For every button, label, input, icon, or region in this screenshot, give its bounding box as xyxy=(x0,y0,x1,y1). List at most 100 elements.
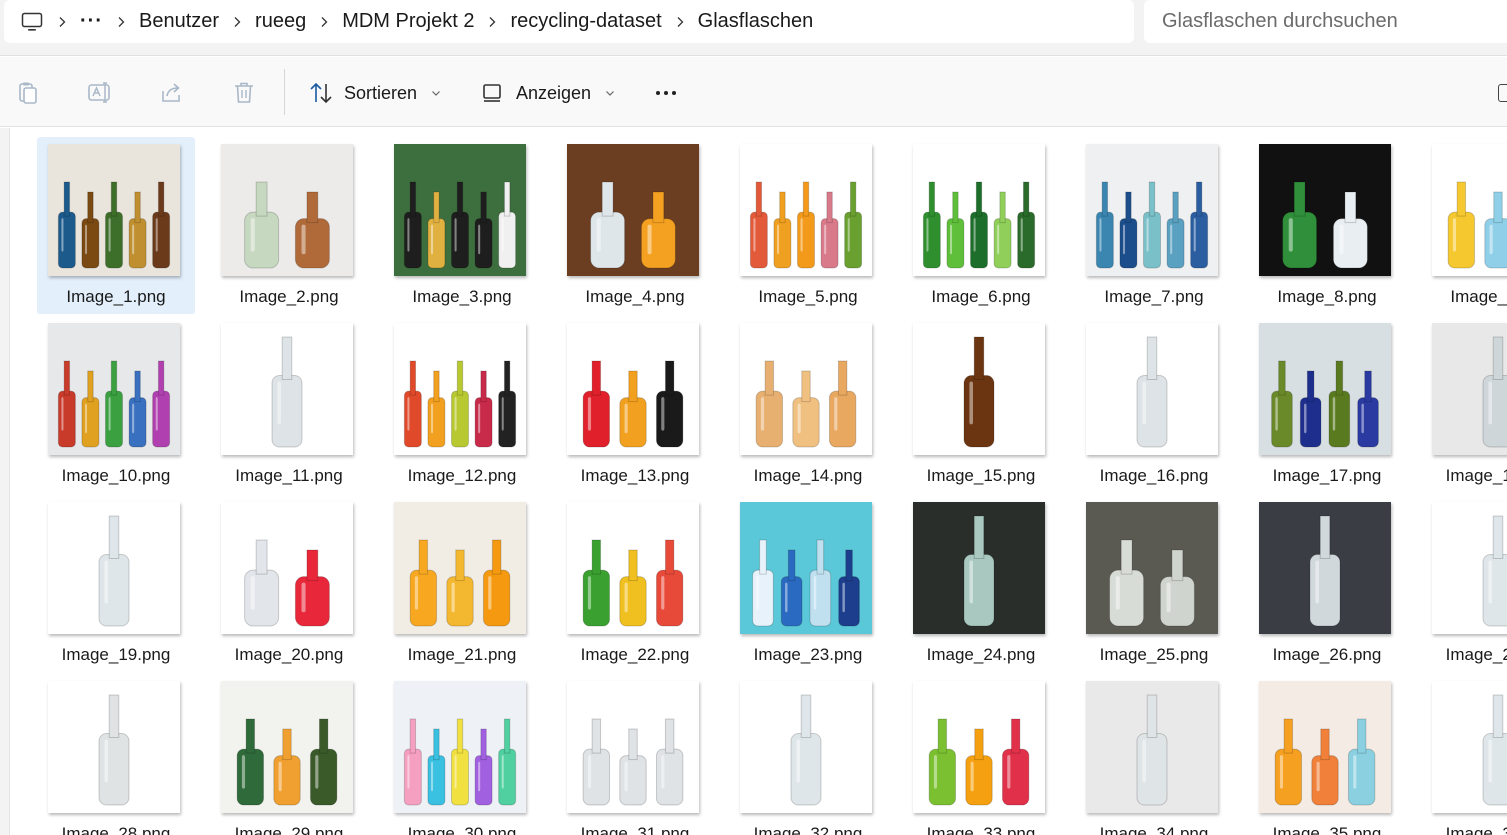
file-item[interactable]: Image_1.png xyxy=(37,137,195,314)
file-item[interactable]: Image_34.png xyxy=(1075,674,1233,835)
file-item[interactable]: Image_33.png xyxy=(902,674,1060,835)
breadcrumb-item-rueeg[interactable]: rueeg xyxy=(255,10,306,33)
file-item[interactable]: Image_12.png xyxy=(383,316,541,493)
chevron-right-icon[interactable] xyxy=(474,16,510,28)
file-thumbnail xyxy=(740,681,872,813)
file-thumbnail xyxy=(913,502,1045,634)
file-item[interactable]: Image_30.png xyxy=(383,674,541,835)
bottle-image xyxy=(913,681,1045,813)
file-item[interactable]: Image_19.png xyxy=(37,495,195,672)
bottle-image xyxy=(48,144,180,276)
breadcrumb[interactable]: ··· Benutzer rueeg MDM Projekt 2 recycli… xyxy=(4,0,1134,43)
file-item[interactable]: Image_25.png xyxy=(1075,495,1233,672)
file-item[interactable]: Image_31.png xyxy=(556,674,714,835)
file-item[interactable]: Image_24.png xyxy=(902,495,1060,672)
file-name: Image_7.png xyxy=(1104,287,1204,306)
file-item[interactable]: Image_29.png xyxy=(210,674,368,835)
navigation-pane-edge[interactable] xyxy=(0,128,10,835)
file-name: Image_21.png xyxy=(407,645,517,664)
file-item[interactable]: Image_23.png xyxy=(729,495,887,672)
bottle-image xyxy=(221,323,353,455)
file-item[interactable]: Image_4.png xyxy=(556,137,714,314)
file-item[interactable]: Image_8.png xyxy=(1248,137,1406,314)
file-item[interactable]: Image_2.png xyxy=(210,137,368,314)
breadcrumb-item-recycling-dataset[interactable]: recycling-dataset xyxy=(510,10,661,33)
view-menu-button[interactable]: Anzeigen xyxy=(480,77,615,109)
chevron-right-icon[interactable] xyxy=(219,16,255,28)
file-item[interactable]: Image_18.png xyxy=(1421,316,1507,493)
file-item[interactable]: Image_36.png xyxy=(1421,674,1507,835)
file-item[interactable]: Image_21.png xyxy=(383,495,541,672)
bottle-image xyxy=(221,502,353,634)
bottle-image xyxy=(1259,144,1391,276)
bottle-image xyxy=(48,502,180,634)
breadcrumb-item-benutzer[interactable]: Benutzer xyxy=(139,10,219,33)
file-name: Image_15.png xyxy=(926,466,1036,485)
file-item[interactable]: Image_15.png xyxy=(902,316,1060,493)
file-item[interactable]: Image_7.png xyxy=(1075,137,1233,314)
more-options-icon[interactable] xyxy=(650,77,682,109)
chevron-right-icon[interactable] xyxy=(662,16,698,28)
file-name: Image_18.png xyxy=(1445,466,1507,485)
file-item[interactable]: Image_16.png xyxy=(1075,316,1233,493)
view-icon xyxy=(483,84,501,102)
file-name: Image_25.png xyxy=(1099,645,1209,664)
file-name: Image_6.png xyxy=(931,287,1031,306)
chevron-right-icon[interactable] xyxy=(44,16,80,28)
file-name: Image_1.png xyxy=(66,287,166,306)
file-name: Image_11.png xyxy=(235,466,343,485)
file-thumbnail xyxy=(48,681,180,813)
file-thumbnail xyxy=(394,144,526,276)
file-item[interactable]: Image_26.png xyxy=(1248,495,1406,672)
file-item[interactable]: Image_32.png xyxy=(729,674,887,835)
file-item[interactable]: Image_10.png xyxy=(37,316,195,493)
breadcrumb-item-mdm-projekt-2[interactable]: MDM Projekt 2 xyxy=(342,10,474,33)
bottle-image xyxy=(48,681,180,813)
file-thumbnail xyxy=(394,502,526,634)
computer-icon[interactable] xyxy=(20,10,44,34)
file-item[interactable]: Image_17.png xyxy=(1248,316,1406,493)
sort-label: Sortieren xyxy=(344,82,418,103)
breadcrumb-item-glasflaschen[interactable]: Glasflaschen xyxy=(698,10,814,33)
search-box[interactable] xyxy=(1144,0,1507,43)
bottle-image xyxy=(1086,502,1218,634)
file-item[interactable]: Image_5.png xyxy=(729,137,887,314)
chevron-right-icon[interactable] xyxy=(306,16,342,28)
file-thumbnail xyxy=(1432,323,1507,455)
file-item[interactable]: Image_22.png xyxy=(556,495,714,672)
bottle-image xyxy=(740,323,872,455)
search-input[interactable] xyxy=(1162,10,1507,33)
bottle-image xyxy=(394,323,526,455)
rename-button[interactable] xyxy=(84,77,116,109)
details-pane-icon[interactable] xyxy=(1498,84,1507,102)
file-item[interactable]: Image_11.png xyxy=(210,316,368,493)
copy-button[interactable] xyxy=(12,77,44,109)
file-name: Image_20.png xyxy=(234,645,344,664)
file-item[interactable]: Image_9.png xyxy=(1421,137,1507,314)
delete-icon xyxy=(235,82,253,103)
delete-button[interactable] xyxy=(228,77,260,109)
bottle-image xyxy=(1432,144,1507,276)
file-item[interactable]: Image_14.png xyxy=(729,316,887,493)
sort-menu-button[interactable]: Sortieren xyxy=(308,77,441,109)
breadcrumb-overflow[interactable]: ··· xyxy=(80,10,103,33)
file-item[interactable]: Image_13.png xyxy=(556,316,714,493)
file-item[interactable]: Image_27.png xyxy=(1421,495,1507,672)
bottle-image xyxy=(394,144,526,276)
file-thumbnail xyxy=(1432,502,1507,634)
file-item[interactable]: Image_28.png xyxy=(37,674,195,835)
file-name: Image_32.png xyxy=(753,824,863,835)
file-name: Image_16.png xyxy=(1099,466,1209,485)
file-item[interactable]: Image_3.png xyxy=(383,137,541,314)
file-name: Image_30.png xyxy=(407,824,517,835)
file-thumbnail xyxy=(221,681,353,813)
file-item[interactable]: Image_20.png xyxy=(210,495,368,672)
share-icon xyxy=(162,83,180,102)
file-item[interactable]: Image_6.png xyxy=(902,137,1060,314)
bottle-image xyxy=(1259,502,1391,634)
share-button[interactable] xyxy=(156,77,188,109)
file-thumbnail xyxy=(567,502,699,634)
bottle-image xyxy=(913,144,1045,276)
chevron-right-icon[interactable] xyxy=(103,16,139,28)
file-item[interactable]: Image_35.png xyxy=(1248,674,1406,835)
